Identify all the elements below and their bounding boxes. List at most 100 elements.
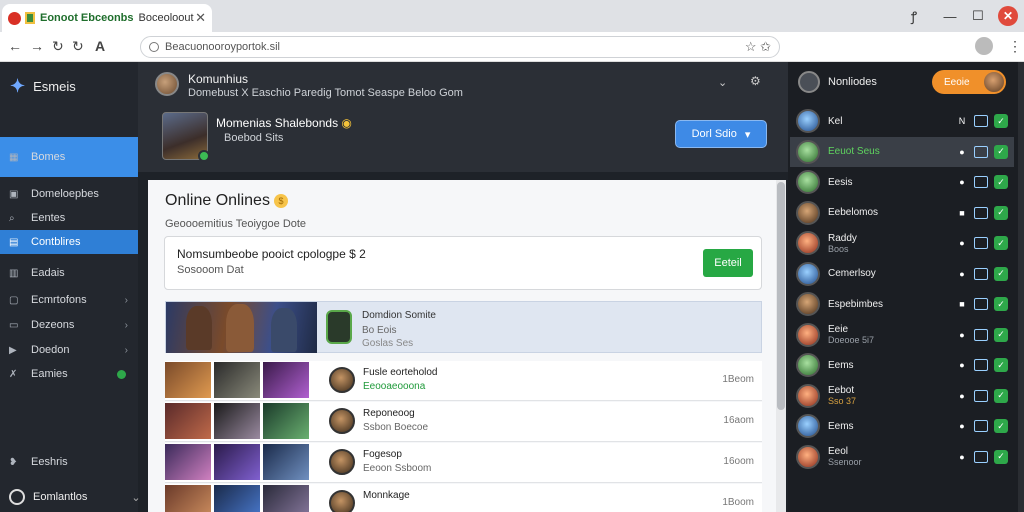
feed-row[interactable]: Fogesop Eeoon Ssboom 16oom xyxy=(165,443,762,483)
message-icon[interactable] xyxy=(974,389,988,402)
invite-icon[interactable]: ■ xyxy=(956,299,968,309)
message-icon[interactable] xyxy=(974,267,988,280)
invite-icon[interactable]: ● xyxy=(956,147,968,157)
message-icon[interactable] xyxy=(974,420,988,432)
friend-row[interactable]: Eesis ● ✓ xyxy=(790,167,1014,197)
player-avatar[interactable] xyxy=(329,490,355,512)
friend-row[interactable]: Espebimbes ■ ✓ xyxy=(790,289,1014,319)
sidebar-item-folders[interactable]: ▢ Ecmrtofons › xyxy=(0,288,138,312)
sidebar-item-flags[interactable]: ✗ Eamies xyxy=(0,362,138,386)
pin-icon[interactable]: ꝭ xyxy=(902,6,926,26)
accept-check-icon[interactable]: ✓ xyxy=(994,297,1008,311)
feed-row[interactable]: Fusle eorteholod Eeooaeooona 1Beom xyxy=(165,361,762,401)
invite-icon[interactable]: ● xyxy=(956,269,968,279)
sidebar-item-controllers[interactable]: ▤ Contblires xyxy=(0,230,138,254)
friends-icon[interactable] xyxy=(798,71,820,93)
bookmark-star-icon[interactable]: ☆ ✩ xyxy=(745,39,771,55)
friend-avatar[interactable] xyxy=(796,261,820,286)
message-icon[interactable] xyxy=(974,298,988,310)
accept-check-icon[interactable]: ✓ xyxy=(994,114,1008,128)
sidebar-item-support[interactable]: ❥ Eeshris xyxy=(0,450,138,474)
invite-icon[interactable]: ■ xyxy=(956,208,968,218)
friend-avatar[interactable] xyxy=(796,322,820,347)
tab-close-icon[interactable]: ✕ xyxy=(195,10,206,26)
friend-row[interactable]: Eeuot Seus ● ✓ xyxy=(790,136,1014,167)
invite-icon[interactable]: ● xyxy=(956,238,968,248)
home-icon[interactable]: A xyxy=(95,38,105,54)
message-icon[interactable] xyxy=(974,176,988,188)
message-icon[interactable] xyxy=(974,237,988,249)
play-button[interactable]: Dorl Sdio ▾ xyxy=(675,120,767,148)
invite-icon[interactable]: ● xyxy=(956,360,968,370)
browser-tab[interactable]: Eonoot Ebceonbs Boceoloout ✕ xyxy=(2,4,212,32)
friend-avatar[interactable] xyxy=(796,109,820,133)
feed-row[interactable]: Reponeoog Ssbon Boecoe 16aom xyxy=(165,402,762,442)
sidebar-account[interactable]: Eomlantlos ⌄ xyxy=(9,489,141,505)
game-thumbnail[interactable] xyxy=(162,112,210,162)
user-avatar[interactable] xyxy=(982,70,1006,94)
message-icon[interactable] xyxy=(974,115,988,127)
message-icon[interactable] xyxy=(974,328,988,341)
refresh-icon[interactable]: ↻ xyxy=(72,38,84,55)
friend-avatar[interactable] xyxy=(796,383,820,408)
profile-avatar[interactable] xyxy=(975,37,993,55)
sidebar-item-screens[interactable]: ▭ Dezeons › xyxy=(0,313,138,337)
accept-check-icon[interactable]: ✓ xyxy=(994,449,1008,464)
address-bar[interactable]: Beacuonooroyportok.sil ☆ ✩ xyxy=(140,36,780,58)
friend-avatar[interactable] xyxy=(796,200,820,225)
settings-icon[interactable]: ⚙ xyxy=(750,74,761,88)
player-avatar[interactable] xyxy=(329,367,355,393)
notice-action-button[interactable]: Eeteil xyxy=(703,249,753,277)
friend-row[interactable]: Eems ● ✓ xyxy=(790,350,1014,380)
player-avatar[interactable] xyxy=(329,408,355,434)
accept-check-icon[interactable]: ✓ xyxy=(994,327,1008,342)
sidebar-item-search[interactable]: ⌕ Eentes xyxy=(0,206,138,230)
friend-avatar[interactable] xyxy=(796,292,820,316)
friend-avatar[interactable] xyxy=(796,231,820,255)
invite-icon[interactable]: ● xyxy=(956,330,968,340)
friend-row[interactable]: Eeie Doeooe 5i7 ● ✓ xyxy=(790,320,1014,350)
sidebar-item-video[interactable]: ▶ Doedon › xyxy=(0,338,138,362)
invite-icon[interactable]: ● xyxy=(956,177,968,187)
friend-row[interactable]: Cemerlsoy ● ✓ xyxy=(790,259,1014,289)
friend-row[interactable]: Raddy Boos ● ✓ xyxy=(790,228,1014,258)
back-icon[interactable]: ← xyxy=(8,38,22,54)
friend-avatar[interactable] xyxy=(796,353,820,377)
accept-check-icon[interactable]: ✓ xyxy=(994,144,1008,159)
panel-scroll-thumb[interactable] xyxy=(777,182,785,410)
message-icon[interactable] xyxy=(974,206,988,219)
accept-check-icon[interactable]: ✓ xyxy=(994,388,1008,403)
invite-icon[interactable]: ● xyxy=(956,452,968,462)
friend-avatar[interactable] xyxy=(796,414,820,438)
maximize-icon[interactable]: ☐ xyxy=(966,6,990,26)
window-close-icon[interactable]: ✕ xyxy=(998,6,1018,26)
accept-check-icon[interactable]: ✓ xyxy=(994,419,1008,433)
message-icon[interactable] xyxy=(974,145,988,158)
sidebar-item-games[interactable]: ▦ Bomes xyxy=(0,137,138,177)
friend-avatar[interactable] xyxy=(796,139,820,164)
player-avatar[interactable] xyxy=(329,449,355,475)
minimize-icon[interactable]: — xyxy=(938,6,962,26)
friend-avatar[interactable] xyxy=(796,444,820,469)
accept-check-icon[interactable]: ✓ xyxy=(994,175,1008,189)
brand[interactable]: ✦ Esmeis xyxy=(10,76,76,97)
feed-row[interactable]: Monnkage 1Boom xyxy=(165,484,762,512)
menu-icon[interactable]: ⋮ xyxy=(1008,38,1022,55)
friend-row[interactable]: Eebelomos ■ ✓ xyxy=(790,198,1014,228)
reload-icon[interactable]: ↻ xyxy=(52,38,64,55)
forward-icon[interactable]: → xyxy=(30,38,44,54)
friend-row[interactable]: Eebot Sso 37 ● ✓ xyxy=(790,381,1014,411)
community-avatar[interactable] xyxy=(155,72,179,96)
message-icon[interactable] xyxy=(974,450,988,463)
accept-check-icon[interactable]: ✓ xyxy=(994,205,1008,220)
accept-check-icon[interactable]: ✓ xyxy=(994,236,1008,250)
accept-check-icon[interactable]: ✓ xyxy=(994,266,1008,281)
sidebar-item-library[interactable]: ▣ Domeloepbes xyxy=(0,182,138,206)
sidebar-item-stats[interactable]: ▥ Eadais xyxy=(0,261,138,285)
invite-icon[interactable]: ● xyxy=(956,421,968,431)
invite-icon[interactable]: ● xyxy=(956,391,968,401)
invite-icon[interactable]: N xyxy=(956,116,968,126)
friend-row[interactable]: Eeol Ssenoor ● ✓ xyxy=(790,442,1014,472)
friend-avatar[interactable] xyxy=(796,170,820,194)
featured-row[interactable]: Domdion Somite Bo Eois Goslas Ses xyxy=(165,301,762,353)
